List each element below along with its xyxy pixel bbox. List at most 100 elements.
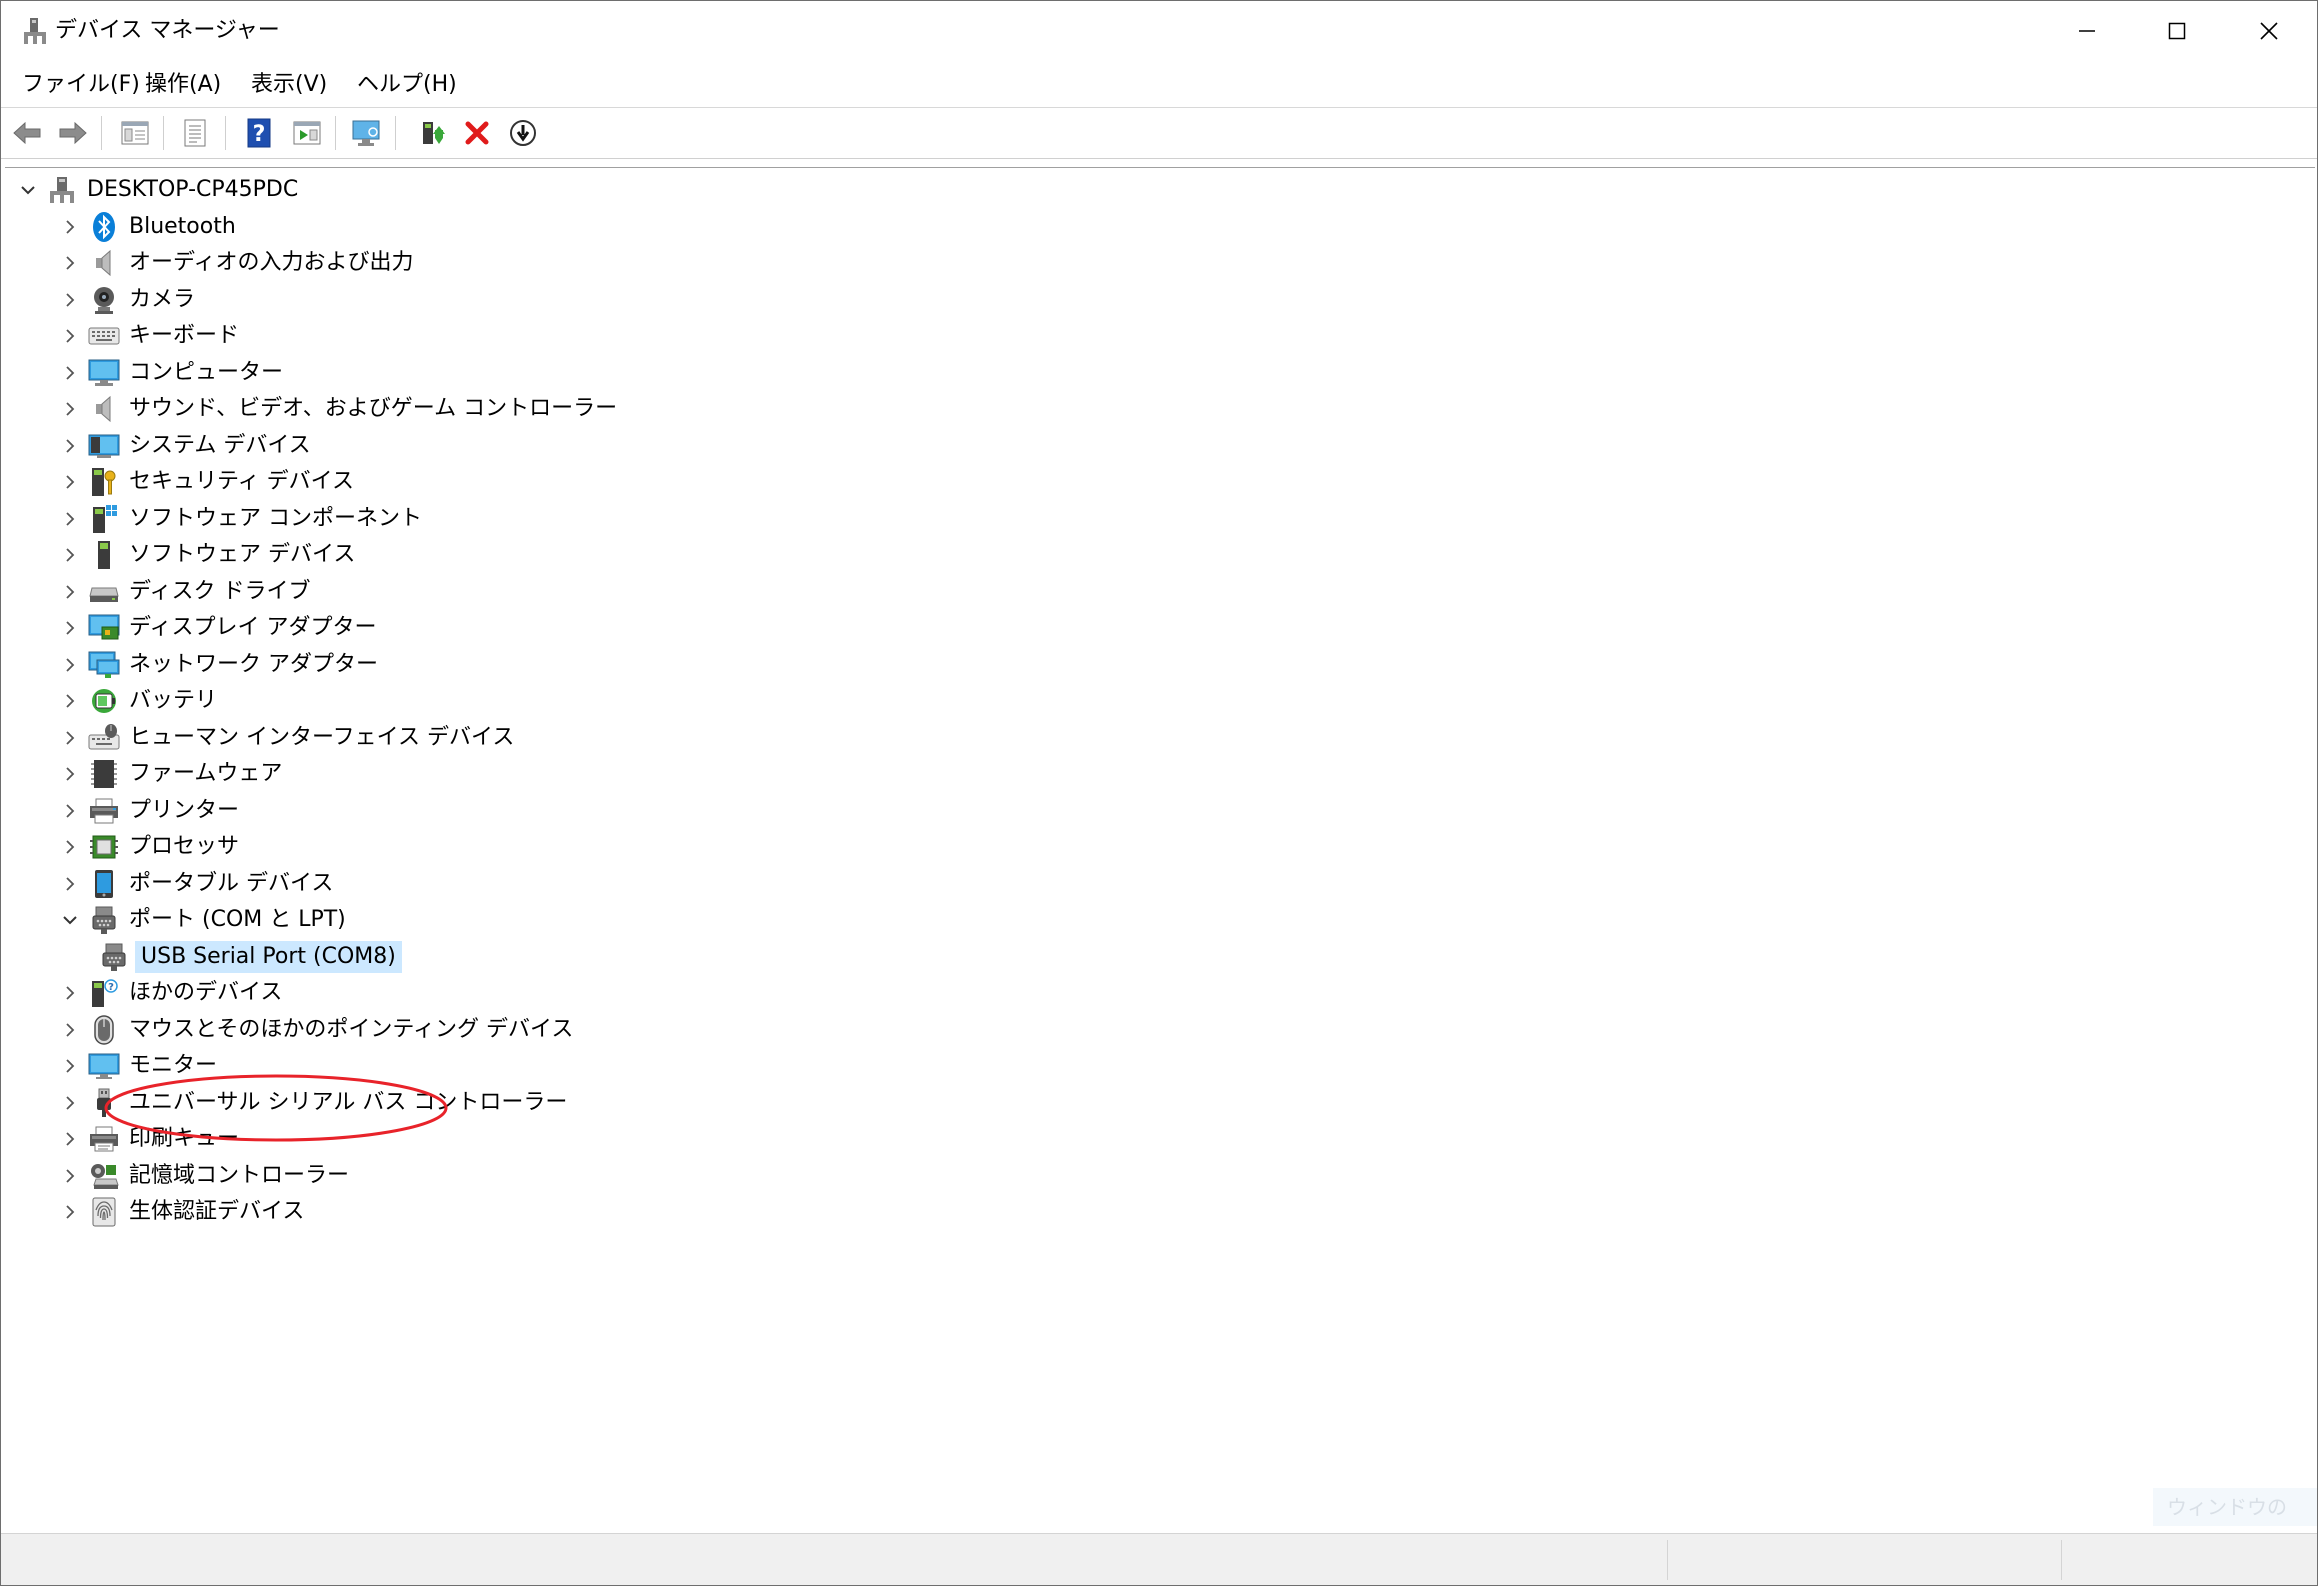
menu-view[interactable]: 表示(V) (251, 69, 327, 101)
biometric-icon (87, 1195, 121, 1229)
minimize-button[interactable] (2041, 1, 2133, 61)
update-driver-icon (423, 122, 445, 144)
maximize-button[interactable] (2131, 1, 2223, 61)
tree-category-system-device[interactable]: システム デバイス (57, 428, 311, 464)
help-button[interactable]: ? (241, 116, 277, 150)
menu-action[interactable]: 操作(A) (145, 69, 221, 101)
chevron-right-icon[interactable] (57, 756, 83, 792)
chevron-right-icon[interactable] (57, 245, 83, 281)
tree-root[interactable]: DESKTOP-CP45PDC (15, 172, 298, 208)
software-component-icon (87, 502, 121, 536)
chevron-right-icon[interactable] (57, 282, 83, 318)
close-button[interactable] (2223, 1, 2315, 61)
disable-device-button[interactable] (505, 116, 541, 150)
tree-item-label: プリンター (129, 797, 240, 823)
chevron-right-icon[interactable] (57, 1194, 83, 1230)
chevron-right-icon[interactable] (57, 318, 83, 354)
tree-category-speaker[interactable]: サウンド、ビデオ、およびゲーム コントローラー (57, 391, 617, 427)
tree-item-label: プロセッサ (129, 834, 240, 859)
toolbar-separator (395, 116, 396, 150)
tree-category-other-device[interactable]: ? ほかのデバイス (57, 975, 282, 1011)
forward-button[interactable] (55, 116, 91, 150)
tree-item-label: マウスとそのほかのポインティング デバイス (129, 1016, 574, 1042)
chevron-down-icon[interactable] (15, 172, 41, 208)
show-hide-console-tree-button[interactable] (117, 116, 153, 150)
port-icon (97, 940, 131, 974)
tree-item-label: ディスク ドライブ (129, 578, 311, 604)
tree-category-printer[interactable]: プリンター (57, 793, 239, 829)
tree-category-keyboard[interactable]: キーボード (57, 318, 239, 354)
chevron-right-icon[interactable] (57, 1158, 83, 1194)
tree-item-usb-serial-port[interactable]: USB Serial Port (COM8) (93, 939, 402, 975)
tree-category-port[interactable]: ポート (COM と LPT) (57, 902, 346, 938)
chevron-right-icon[interactable] (57, 610, 83, 646)
tree-item-label: 記憶域コントローラー (129, 1162, 350, 1188)
svg-text:?: ? (108, 982, 114, 993)
tree-category-battery[interactable]: バッテリ (57, 683, 217, 719)
menu-help[interactable]: ヘルプ(H) (357, 69, 457, 101)
window-title: デバイス マネージャー (55, 18, 280, 43)
scan-hardware-button[interactable] (349, 116, 385, 150)
chevron-right-icon[interactable] (57, 793, 83, 829)
tree-item-label: 生体認証デバイス (129, 1199, 305, 1224)
chevron-right-icon[interactable] (57, 1121, 83, 1157)
network-adapter-icon (87, 648, 121, 682)
tree-category-display-adapter[interactable]: ディスプレイ アダプター (57, 610, 376, 646)
chevron-right-icon[interactable] (57, 501, 83, 537)
chevron-right-icon[interactable] (57, 391, 83, 427)
chevron-right-icon[interactable] (57, 1085, 83, 1121)
status-pane (1667, 1540, 2062, 1580)
speaker-icon (87, 246, 121, 280)
chevron-right-icon[interactable] (57, 537, 83, 573)
tree-category-portable-device[interactable]: ポータブル デバイス (57, 866, 333, 902)
device-manager-icon (21, 16, 49, 46)
disk-drive-icon (87, 575, 121, 609)
chevron-right-icon[interactable] (57, 209, 83, 245)
uninstall-device-button[interactable] (459, 116, 495, 150)
tree-category-security-device[interactable]: セキュリティ デバイス (57, 464, 354, 500)
tree-category-processor[interactable]: プロセッサ (57, 829, 239, 865)
run-action-icon (293, 121, 321, 145)
chevron-right-icon[interactable] (57, 574, 83, 610)
tree-category-network-adapter[interactable]: ネットワーク アダプター (57, 647, 378, 683)
status-pane (2061, 1540, 2317, 1580)
tree-category-software-device[interactable]: ソフトウェア デバイス (57, 537, 355, 573)
run-action-button[interactable] (289, 116, 325, 150)
chevron-right-icon[interactable] (57, 647, 83, 683)
tree-category-camera[interactable]: カメラ (57, 282, 195, 318)
tree-category-biometric[interactable]: 生体認証デバイス (57, 1194, 304, 1230)
tree-category-software-component[interactable]: ソフトウェア コンポーネント (57, 501, 422, 537)
properties-button[interactable] (177, 116, 213, 150)
status-bar (1, 1533, 2317, 1585)
chevron-right-icon[interactable] (57, 355, 83, 391)
chevron-right-icon[interactable] (57, 829, 83, 865)
chevron-down-icon[interactable] (57, 902, 83, 938)
tree-category-storage-controller[interactable]: 記憶域コントローラー (57, 1158, 349, 1194)
other-device-icon: ? (87, 976, 121, 1010)
chevron-right-icon[interactable] (57, 428, 83, 464)
chevron-right-icon[interactable] (57, 866, 83, 902)
tree-category-disk-drive[interactable]: ディスク ドライブ (57, 574, 310, 610)
chevron-right-icon[interactable] (57, 1048, 83, 1084)
tree-category-speaker[interactable]: オーディオの入力および出力 (57, 245, 413, 281)
activation-watermark: ウィンドウの (2153, 1488, 2317, 1526)
tree-category-firmware[interactable]: ファームウェア (57, 756, 282, 792)
chevron-right-icon[interactable] (57, 683, 83, 719)
tree-item-label: システム デバイス (129, 432, 311, 458)
tree-item-label: キーボード (129, 323, 240, 348)
tree-category-hid[interactable]: ヒューマン インターフェイス デバイス (57, 720, 514, 756)
tree-item-label: セキュリティ デバイス (129, 469, 355, 494)
chevron-right-icon[interactable] (57, 464, 83, 500)
menu-file[interactable]: ファイル(F) (22, 69, 140, 101)
tree-category-mouse[interactable]: マウスとそのほかのポインティング デバイス (57, 1012, 573, 1048)
chevron-right-icon[interactable] (57, 1012, 83, 1048)
chevron-right-icon[interactable] (57, 975, 83, 1011)
toolbar-separator (163, 116, 164, 150)
tree-category-computer[interactable]: コンピューター (57, 355, 283, 391)
tree-category-bluetooth[interactable]: Bluetooth (57, 209, 236, 245)
chevron-right-icon[interactable] (57, 720, 83, 756)
svg-text:?: ? (253, 122, 266, 147)
back-button[interactable] (9, 116, 45, 150)
tree-item-label: ディスプレイ アダプター (129, 615, 377, 640)
update-driver-button[interactable] (415, 116, 451, 150)
